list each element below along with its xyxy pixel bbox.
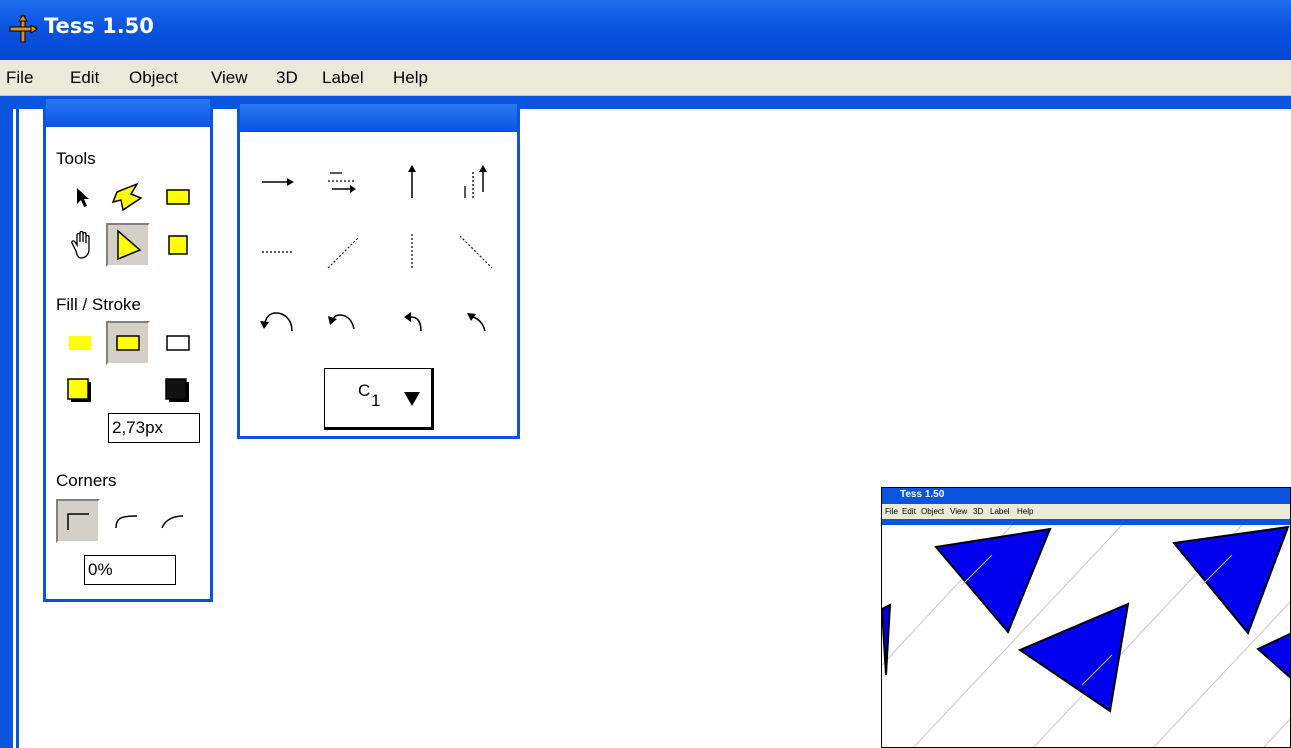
corner-sharp-icon <box>67 513 89 530</box>
select-arrow-tool[interactable] <box>62 175 106 219</box>
fill-only-option[interactable] <box>58 321 102 365</box>
preview-thumbnail: Tess 1.50 File Edit Object View 3D Label… <box>881 487 1291 748</box>
symmetry-group-dropdown[interactable]: C 1 <box>324 368 434 430</box>
thumb-menu-3d: 3D <box>973 507 984 516</box>
translate-vertical-glide-option[interactable] <box>454 160 498 204</box>
document-frame-edge <box>16 109 19 748</box>
square-tool[interactable] <box>156 223 200 267</box>
rectangle-tool[interactable] <box>156 175 200 219</box>
rotate-quarter-icon <box>404 312 422 332</box>
menu-label[interactable]: Label <box>322 68 364 88</box>
arrow-up-icon <box>408 165 416 198</box>
thumbnail-titlebar: Tess 1.50 <box>882 488 1290 504</box>
corner-round-icon <box>115 515 138 529</box>
arrow-right-icon <box>262 178 294 186</box>
rotate-half-icon <box>260 312 293 332</box>
thumb-menu-file: File <box>885 507 898 516</box>
title-bar: Tess 1.50 <box>0 0 1291 60</box>
stroke-color-icon <box>165 378 189 402</box>
menu-bar: File Edit Object View 3D Label Help <box>0 60 1291 96</box>
fill-stroke-label: Fill / Stroke <box>56 295 142 314</box>
fill-only-icon <box>69 336 91 350</box>
symmetry-palette: C 1 <box>237 101 520 439</box>
thumb-menu-help: Help <box>1017 507 1034 516</box>
square-icon <box>168 235 188 255</box>
fill-color-swatch[interactable] <box>58 369 102 413</box>
dropdown-arrow-icon <box>404 392 420 406</box>
mirror-diagonal-option[interactable] <box>320 230 364 274</box>
tools-label: Tools <box>56 149 96 168</box>
menu-view[interactable]: View <box>211 68 248 88</box>
menu-edit[interactable]: Edit <box>70 68 99 88</box>
window-title: Tess 1.50 <box>44 14 154 38</box>
rotate-180-option[interactable] <box>256 300 300 344</box>
stroke-only-icon <box>166 335 190 351</box>
arrow-pointer-icon <box>77 188 89 207</box>
fill-and-stroke-option[interactable] <box>106 321 150 365</box>
tessellation-triangles <box>882 525 1290 713</box>
tools-palette-titlebar[interactable] <box>46 99 210 127</box>
translate-glide-option[interactable] <box>320 160 364 204</box>
mirror-vertical-option[interactable] <box>390 230 434 274</box>
rotate-sixth-icon <box>467 313 486 332</box>
symmetry-group-subscript: 1 <box>371 391 381 410</box>
corner-arc-option[interactable] <box>150 499 194 543</box>
corner-arc-icon <box>161 515 184 529</box>
thumb-menu-edit: Edit <box>902 507 916 516</box>
menu-3d[interactable]: 3D <box>276 68 298 88</box>
fill-color-icon <box>67 378 91 402</box>
mirror-antidiagonal-option[interactable] <box>454 230 498 274</box>
rotate-90-option[interactable] <box>390 300 434 344</box>
hand-pan-tool[interactable] <box>62 223 106 267</box>
thumbnail-menubar: File Edit Object View 3D Label Help <box>882 504 1290 519</box>
mirror-horizontal-option[interactable] <box>256 230 300 274</box>
dashed-horizontal-icon <box>262 251 294 253</box>
dashed-vertical-icon <box>411 234 413 270</box>
thumb-menu-view: View <box>950 507 968 516</box>
document-frame-left <box>0 96 13 748</box>
tess-app-icon <box>9 14 38 43</box>
rotate-60-option[interactable] <box>454 300 498 344</box>
stroke-width-field[interactable]: 2,73px <box>108 413 200 443</box>
dashed-diagonal-icon <box>327 237 359 269</box>
thumb-menu-object: Object <box>921 507 945 516</box>
menu-file[interactable]: File <box>6 68 33 88</box>
translate-vertical-option[interactable] <box>390 160 434 204</box>
corners-label: Corners <box>56 471 117 490</box>
polygon-icon <box>111 182 143 212</box>
corner-round-option[interactable] <box>104 499 148 543</box>
symmetry-palette-titlebar[interactable] <box>240 104 517 132</box>
hand-icon <box>71 230 90 259</box>
menu-object[interactable]: Object <box>129 68 178 88</box>
thumbnail-title: Tess 1.50 <box>900 489 945 500</box>
dashed-antidiagonal-icon <box>459 235 493 269</box>
corner-sharp-option[interactable] <box>56 499 100 543</box>
triangle-icon <box>117 229 142 261</box>
triangle-tool[interactable] <box>106 223 150 267</box>
menu-help[interactable]: Help <box>393 68 428 88</box>
tessellation-canvas <box>882 525 1290 747</box>
rotate-third-icon <box>328 314 355 330</box>
polygon-tool[interactable] <box>106 175 150 219</box>
stroke-only-option[interactable] <box>156 321 200 365</box>
translate-horizontal-option[interactable] <box>256 160 300 204</box>
vertical-glide-icon <box>464 165 487 198</box>
tools-palette: Tools Fill / Stroke 2,73px Corners 0% <box>43 96 213 602</box>
stroke-color-swatch[interactable] <box>156 369 200 413</box>
rectangle-icon <box>166 189 190 205</box>
thumb-menu-label: Label <box>990 507 1010 516</box>
fill-stroke-icon <box>116 335 140 351</box>
rotate-120-option[interactable] <box>320 300 364 344</box>
glide-arrow-icon <box>328 172 356 193</box>
symmetry-group-letter: C <box>358 381 371 400</box>
corner-radius-field[interactable]: 0% <box>84 555 176 585</box>
